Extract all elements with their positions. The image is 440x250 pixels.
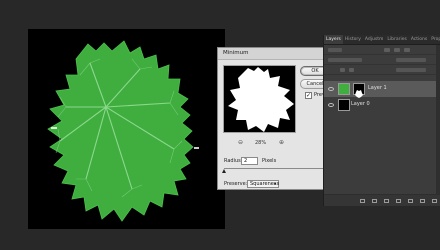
link-layers-icon[interactable] — [360, 199, 365, 203]
layer-mask-thumbnail[interactable] — [353, 83, 365, 98]
document-canvas[interactable] — [28, 29, 225, 229]
layer-row-1[interactable]: Layer 1 — [324, 81, 440, 98]
fill-field[interactable] — [396, 68, 426, 72]
blend-mode-dropdown[interactable] — [328, 58, 362, 62]
lock-pixels-icon[interactable] — [340, 68, 345, 72]
leaf-image — [47, 40, 199, 222]
tab-properties[interactable]: Properti — [429, 35, 440, 44]
new-layer-icon[interactable] — [420, 199, 425, 203]
preview-checkbox[interactable]: ✓ — [305, 92, 312, 99]
layer-thumbnail — [338, 99, 350, 111]
filter-kind-dropdown[interactable] — [328, 48, 342, 52]
filter-adjust-icon[interactable] — [394, 48, 400, 52]
layer-name: Layer 1 — [368, 85, 387, 91]
filter-preview[interactable] — [223, 65, 296, 133]
tab-layers[interactable]: Layers — [324, 35, 343, 44]
radius-slider-track[interactable] — [224, 168, 328, 169]
trash-icon[interactable] — [432, 199, 437, 203]
layer-name: Layer 0 — [351, 101, 370, 107]
radius-label: Radius: — [224, 158, 243, 164]
filter-type-icon[interactable] — [404, 48, 410, 52]
filter-pixel-icon[interactable] — [384, 48, 390, 52]
eye-icon[interactable] — [328, 103, 334, 107]
zoom-in-icon[interactable]: ⊕ — [279, 139, 284, 146]
layers-panel: Layers History Adjustm Libraries Actions… — [323, 35, 440, 206]
panel-dock-top — [323, 0, 440, 35]
fx-icon[interactable] — [372, 199, 377, 203]
zoom-level: 28% — [255, 140, 267, 146]
minimum-dialog: Minimum OK Cancel ✓ Preview ⊖ 28% ⊕ Radi… — [217, 47, 333, 190]
preserve-dropdown[interactable]: Squareness ▾ — [247, 180, 279, 188]
new-group-icon[interactable] — [408, 199, 413, 203]
opacity-field[interactable] — [396, 58, 426, 62]
layer-filter-row — [324, 45, 440, 55]
chevron-down-icon: ▾ — [273, 181, 276, 186]
blend-mode-row — [324, 55, 440, 65]
zoom-out-icon[interactable]: ⊖ — [238, 139, 243, 146]
preserve-label: Preserve: — [224, 181, 248, 187]
preview-mask — [228, 67, 294, 132]
tab-libraries[interactable]: Libraries — [385, 35, 408, 44]
radius-slider-thumb[interactable] — [222, 169, 226, 173]
tab-actions[interactable]: Actions — [409, 35, 429, 44]
layers-footer — [324, 194, 440, 206]
zoom-controls: ⊖ 28% ⊕ — [223, 138, 296, 148]
dialog-title: Minimum — [218, 48, 332, 60]
add-mask-icon[interactable] — [384, 199, 389, 203]
layer-row-0[interactable]: Layer 0 — [324, 97, 440, 113]
radius-unit: Pixels — [262, 158, 277, 164]
tab-history[interactable]: History — [343, 35, 363, 44]
layer-thumbnail — [338, 83, 350, 95]
radius-input[interactable]: 2 — [241, 157, 258, 165]
adjustment-layer-icon[interactable] — [396, 199, 401, 203]
tab-adjustments[interactable]: Adjustm — [363, 35, 385, 44]
panel-scrollbar[interactable] — [436, 45, 440, 195]
panel-tabs: Layers History Adjustm Libraries Actions… — [324, 35, 440, 45]
lock-row — [324, 65, 440, 75]
eye-icon[interactable] — [328, 87, 334, 91]
lock-position-icon[interactable] — [349, 68, 354, 72]
